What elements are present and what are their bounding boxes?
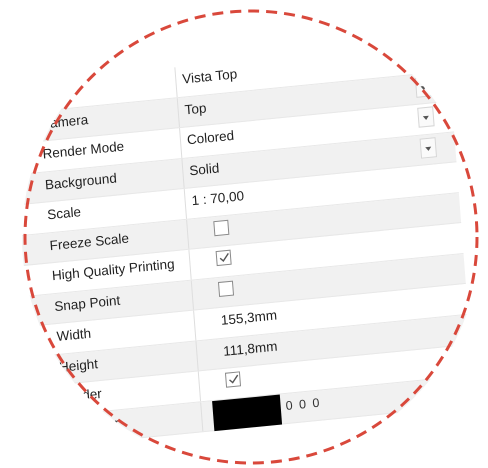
column-divider <box>200 401 204 432</box>
freeze-scale-checkbox[interactable] <box>213 219 230 236</box>
checkmark-icon <box>229 374 239 384</box>
column-divider <box>197 371 202 401</box>
checkmark-icon <box>219 253 229 262</box>
column-divider <box>183 188 187 219</box>
camera-select-value[interactable]: Top <box>184 100 207 117</box>
chevron-down-icon <box>425 146 432 151</box>
chevron-down-icon <box>422 115 430 121</box>
scale-value-field[interactable]: 1 : 70,00 <box>191 188 244 208</box>
properties-panel: ame Vista Top Camera Top Render Mode Col… <box>22 40 476 452</box>
column-divider <box>186 219 190 249</box>
border-color-swatch[interactable] <box>212 394 283 431</box>
camera-dropdown-button[interactable] <box>414 75 433 98</box>
high-quality-printing-checkbox[interactable] <box>215 249 232 267</box>
column-divider <box>176 97 180 128</box>
column-divider <box>179 128 183 158</box>
column-divider <box>193 310 197 341</box>
height-value-field[interactable]: 111,8mm <box>223 338 278 358</box>
border-color-value: 0 0 0 <box>285 395 322 413</box>
name-value-field[interactable]: Vista Top <box>182 66 238 86</box>
column-divider <box>188 249 192 280</box>
width-value-field[interactable]: 155,3mm <box>220 307 277 327</box>
snap-point-checkbox[interactable] <box>217 280 235 297</box>
column-divider <box>174 67 178 97</box>
border-checkbox[interactable] <box>224 371 242 388</box>
screenshot-stage: ame Vista Top Camera Top Render Mode Col… <box>0 0 488 468</box>
magnifier-lens: ame Vista Top Camera Top Render Mode Col… <box>22 8 480 466</box>
background-select-value[interactable]: Solid <box>189 160 220 178</box>
background-dropdown-button[interactable] <box>419 136 437 159</box>
column-divider <box>190 280 195 310</box>
chevron-down-icon <box>420 85 427 90</box>
column-divider <box>195 340 199 371</box>
column-divider <box>181 158 185 188</box>
render-mode-select-value[interactable]: Colored <box>186 128 234 148</box>
render-mode-dropdown-button[interactable] <box>417 106 435 128</box>
